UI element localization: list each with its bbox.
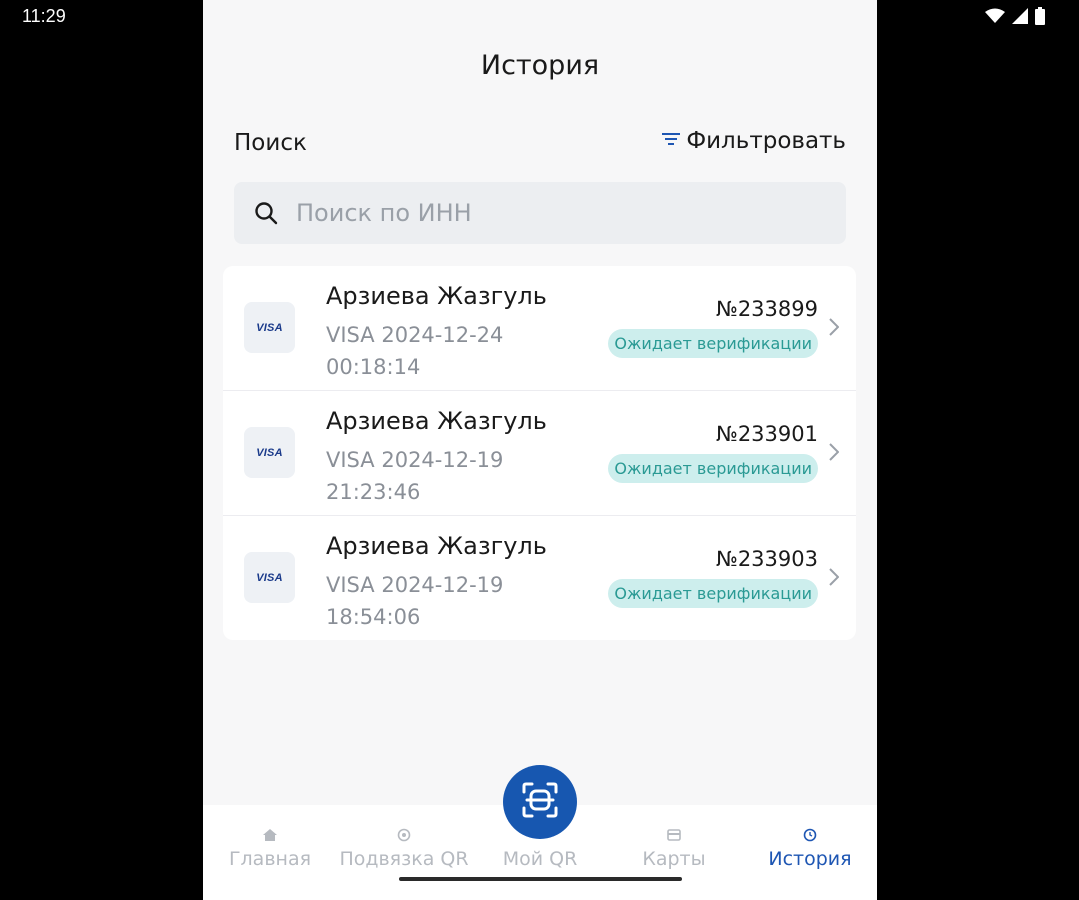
- search-input[interactable]: [294, 198, 818, 228]
- card-type: VISA: [326, 323, 375, 347]
- home-icon: [203, 827, 337, 843]
- nav-label: Подвязка QR: [339, 848, 469, 870]
- transaction-list: VISA Арзиева Жазгуль VISA 2024-12-24 00:…: [223, 266, 856, 640]
- payer-name: Арзиева Жазгуль: [326, 532, 547, 560]
- app-screen: История Поиск Фильтровать VISA Арзиева Ж…: [203, 0, 877, 900]
- search-field[interactable]: [234, 182, 846, 244]
- transaction-date: 2024-12-24: [381, 323, 504, 347]
- transaction-row[interactable]: VISA Арзиева Жазгуль VISA 2024-12-24 00:…: [223, 266, 856, 391]
- status-badge: Ожидает верификации: [608, 454, 818, 483]
- transaction-time: 21:23:46: [326, 480, 421, 504]
- payer-name: Арзиева Жазгуль: [326, 282, 547, 310]
- history-icon: [743, 827, 877, 843]
- transaction-meta: VISA 2024-12-24 00:18:14: [326, 319, 516, 383]
- payer-name: Арзиева Жазгуль: [326, 407, 547, 435]
- visa-card-icon: VISA: [244, 302, 295, 353]
- transaction-meta: VISA 2024-12-19 21:23:46: [326, 444, 516, 508]
- nav-item-home[interactable]: Главная: [203, 827, 337, 870]
- chevron-right-icon: [829, 443, 839, 461]
- transaction-meta: VISA 2024-12-19 18:54:06: [326, 569, 516, 633]
- transaction-row[interactable]: VISA Арзиева Жазгуль VISA 2024-12-19 21:…: [223, 391, 856, 516]
- chevron-right-icon: [829, 568, 839, 586]
- search-icon: [254, 201, 278, 225]
- status-badge: Ожидает верификации: [608, 579, 818, 608]
- nav-label: Карты: [642, 848, 706, 870]
- signal-icon: [1012, 8, 1028, 29]
- transaction-number: №233899: [715, 297, 818, 321]
- card-icon: [607, 827, 741, 843]
- home-indicator: [399, 877, 682, 881]
- nav-item-history[interactable]: История: [743, 827, 877, 870]
- visa-card-icon: VISA: [244, 427, 295, 478]
- nav-label: Главная: [228, 848, 312, 870]
- my-qr-button[interactable]: [503, 765, 577, 839]
- filter-icon: [662, 132, 681, 151]
- filter-button[interactable]: Фильтровать: [662, 128, 846, 154]
- nav-item-cards[interactable]: Карты: [607, 827, 741, 870]
- status-icons: [985, 7, 1045, 30]
- transaction-date: 2024-12-19: [381, 448, 504, 472]
- transaction-number: №233901: [715, 422, 818, 446]
- transaction-time: 18:54:06: [326, 605, 421, 629]
- transaction-date: 2024-12-19: [381, 573, 504, 597]
- transaction-time: 00:18:14: [326, 355, 421, 379]
- transaction-row[interactable]: VISA Арзиева Жазгуль VISA 2024-12-19 18:…: [223, 516, 856, 640]
- card-type: VISA: [326, 573, 375, 597]
- qr-scan-icon: [520, 780, 560, 825]
- visa-card-icon: VISA: [244, 552, 295, 603]
- search-label: Поиск: [234, 130, 307, 156]
- status-badge: Ожидает верификации: [608, 329, 818, 358]
- nav-label: История: [768, 848, 852, 870]
- status-time: 11:29: [22, 6, 66, 26]
- my-qr-label: Мой QR: [502, 848, 578, 870]
- wifi-icon: [985, 8, 1005, 29]
- card-type: VISA: [326, 448, 375, 472]
- filter-label: Фильтровать: [686, 128, 846, 154]
- link-qr-icon: [337, 827, 471, 843]
- page-title: История: [480, 50, 600, 81]
- nav-item-link-qr[interactable]: Подвязка QR: [337, 827, 471, 870]
- transaction-number: №233903: [715, 547, 818, 571]
- chevron-right-icon: [829, 318, 839, 336]
- battery-icon: [1035, 7, 1045, 30]
